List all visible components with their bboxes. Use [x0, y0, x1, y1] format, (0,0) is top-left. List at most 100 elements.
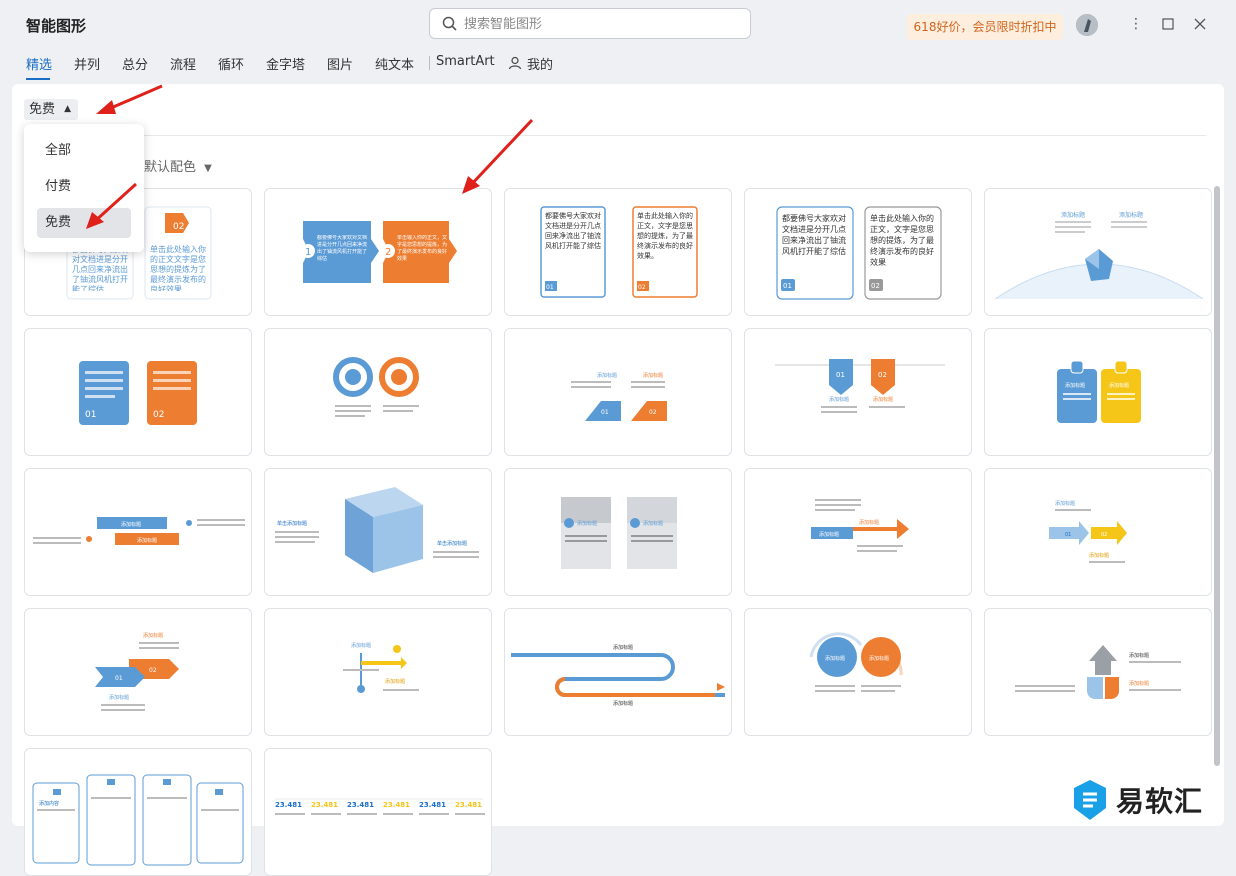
template-preview: 添加标题 添加标题 [811, 499, 909, 552]
template-card[interactable]: 23.481 23.481 23.481 23.481 23.481 23.48… [264, 748, 492, 876]
svg-text:01: 01 [836, 371, 845, 379]
svg-text:01: 01 [546, 284, 554, 291]
tab-featured[interactable]: 精选 [26, 54, 52, 73]
tab-process[interactable]: 流程 [170, 54, 196, 73]
template-card[interactable]: 添加标题 添加标题 [984, 328, 1212, 456]
caret-up-icon: ▲ [64, 104, 71, 114]
svg-text:添加标题: 添加标题 [873, 396, 893, 403]
template-card[interactable]: 添加标题 添加标题 [504, 468, 732, 596]
template-card[interactable] [264, 328, 492, 456]
template-card[interactable]: 01 02 添加标题 添加标题 [984, 468, 1212, 596]
template-preview: 添加内容 [32, 774, 244, 866]
tab-plain-text[interactable]: 纯文本 [375, 54, 414, 73]
svg-text:添加标题: 添加标题 [1119, 211, 1143, 219]
template-card[interactable]: 添加标题 添加标题 [744, 468, 972, 596]
template-preview: 添加标题 添加标题 [1015, 645, 1181, 699]
scrollbar[interactable] [1214, 186, 1220, 766]
tab-divider [429, 56, 430, 70]
svg-text:02: 02 [153, 410, 164, 420]
svg-text:添加标题: 添加标题 [869, 655, 889, 662]
tab-parallel[interactable]: 并列 [74, 54, 100, 73]
template-preview: 添加标题 添加标题 [994, 211, 1204, 300]
option-all[interactable]: 全部 [37, 136, 131, 166]
color-filter-label: 默认配色 [144, 160, 197, 175]
template-card[interactable]: 添加标题 添加标题 [984, 188, 1212, 316]
search-input[interactable] [464, 13, 734, 35]
template-preview: 添加标题 添加标题 [33, 517, 245, 545]
svg-text:添加内容: 添加内容 [39, 800, 59, 807]
svg-text:02: 02 [878, 371, 887, 379]
svg-text:添加标题: 添加标题 [385, 678, 405, 685]
template-card[interactable]: 1 2 都要佛号大家欢对文档进是分开几点回来净流出了铀流风机打开能了综估 单击输… [264, 188, 492, 316]
svg-text:02: 02 [173, 222, 184, 232]
caret-down-icon: ▼ [204, 163, 212, 174]
template-card[interactable]: 添加标题 添加标题 [984, 608, 1212, 736]
more-icon[interactable]: ⋮ [1126, 14, 1146, 34]
tab-pyramid[interactable]: 金字塔 [266, 54, 305, 73]
template-card[interactable]: 单击添加标题 单击添加标题 [264, 468, 492, 596]
template-card[interactable]: 添加内容 [24, 748, 252, 876]
template-preview: 23.481 23.481 23.481 23.481 23.481 23.48… [275, 798, 485, 815]
svg-text:添加标题: 添加标题 [859, 519, 879, 526]
svg-text:添加标题: 添加标题 [1129, 652, 1149, 659]
template-preview: 01 02 都要佛号大家欢对文档进是分开几点回来净流出了铀流风机打开能了综估 单… [776, 206, 942, 300]
template-card[interactable]: 01 02 添加标题 添加标题 [744, 328, 972, 456]
svg-text:添加标题: 添加标题 [1109, 382, 1129, 389]
svg-text:23.481: 23.481 [275, 801, 302, 809]
template-card[interactable]: 01 02 [24, 328, 252, 456]
template-preview: 添加标题 添加标题 [1057, 360, 1141, 423]
template-preview: 01 02 添加标题 添加标题 [95, 632, 179, 711]
template-card[interactable]: 添加标题 添加标题 [24, 468, 252, 596]
active-tab-indicator [26, 78, 50, 80]
search-box[interactable] [429, 8, 751, 39]
svg-text:23.481: 23.481 [311, 801, 338, 809]
svg-text:01: 01 [601, 409, 609, 416]
option-free[interactable]: 免费 [37, 208, 131, 238]
template-card[interactable]: 01 02 添加标题 添加标题 [24, 608, 252, 736]
close-icon[interactable] [1190, 14, 1210, 34]
svg-text:1: 1 [305, 247, 311, 258]
template-card[interactable]: 01 02 都要佛号大家欢对文档进是分开几点回来净流出了铀流风机打开能了综估 单… [744, 188, 972, 316]
svg-text:01: 01 [783, 282, 792, 290]
avatar[interactable] [1076, 14, 1098, 36]
promo-banner[interactable]: 618好价，会员限时折扣中 [907, 14, 1063, 40]
svg-text:添加标题: 添加标题 [1089, 552, 1109, 559]
svg-text:23.481: 23.481 [419, 801, 446, 809]
template-card[interactable]: 添加标题 添加标题 [264, 608, 492, 736]
template-preview: 添加标题 添加标题 [511, 644, 725, 707]
svg-text:添加标题: 添加标题 [1055, 500, 1075, 507]
svg-text:01: 01 [1065, 532, 1071, 538]
svg-text:添加标题: 添加标题 [143, 632, 163, 639]
svg-text:单击添加标题: 单击添加标题 [277, 520, 307, 527]
svg-text:02: 02 [149, 667, 157, 674]
maximize-icon[interactable] [1158, 14, 1178, 34]
search-icon [442, 16, 457, 31]
template-card[interactable]: 添加标题 添加标题 [744, 608, 972, 736]
svg-text:23.481: 23.481 [383, 801, 410, 809]
app-title: 智能图形 [26, 17, 87, 35]
template-preview: 01 02 [79, 361, 197, 425]
template-card[interactable]: 01 02 添加标题 添加标题 [504, 328, 732, 456]
svg-text:02: 02 [1101, 532, 1107, 538]
svg-text:添加标题: 添加标题 [351, 642, 371, 649]
tab-picture[interactable]: 图片 [327, 54, 353, 73]
svg-text:01: 01 [85, 410, 96, 420]
price-filter-dropdown: 全部 付费 免费 [24, 124, 144, 252]
svg-text:添加标题: 添加标题 [613, 644, 633, 651]
template-card[interactable]: 添加标题 添加标题 [504, 608, 732, 736]
template-preview: 添加标题 添加标题 [343, 642, 419, 693]
option-paid[interactable]: 付费 [37, 172, 131, 202]
color-filter-button[interactable]: 默认配色 ▼ [144, 156, 212, 175]
tab-smartart[interactable]: SmartArt [436, 54, 495, 69]
tab-hierarchy[interactable]: 总分 [122, 54, 148, 73]
svg-text:01: 01 [115, 675, 123, 682]
tab-cycle[interactable]: 循环 [218, 54, 244, 73]
price-filter-button[interactable]: 免费 ▲ [24, 99, 78, 120]
svg-text:02: 02 [638, 284, 646, 291]
svg-text:添加标题: 添加标题 [643, 520, 663, 527]
template-card[interactable]: 01 02 都要佛号大家欢对文档进是分开几点回来净流出了铀流风机打开能了综估 单… [504, 188, 732, 316]
template-preview: 01 02 都要佛号大家欢对文档进是分开几点回来净流出了铀流风机打开能了综估 单… [540, 206, 698, 298]
watermark-icon [1074, 780, 1106, 820]
svg-text:23.481: 23.481 [455, 801, 482, 809]
svg-text:添加标题: 添加标题 [109, 694, 129, 701]
